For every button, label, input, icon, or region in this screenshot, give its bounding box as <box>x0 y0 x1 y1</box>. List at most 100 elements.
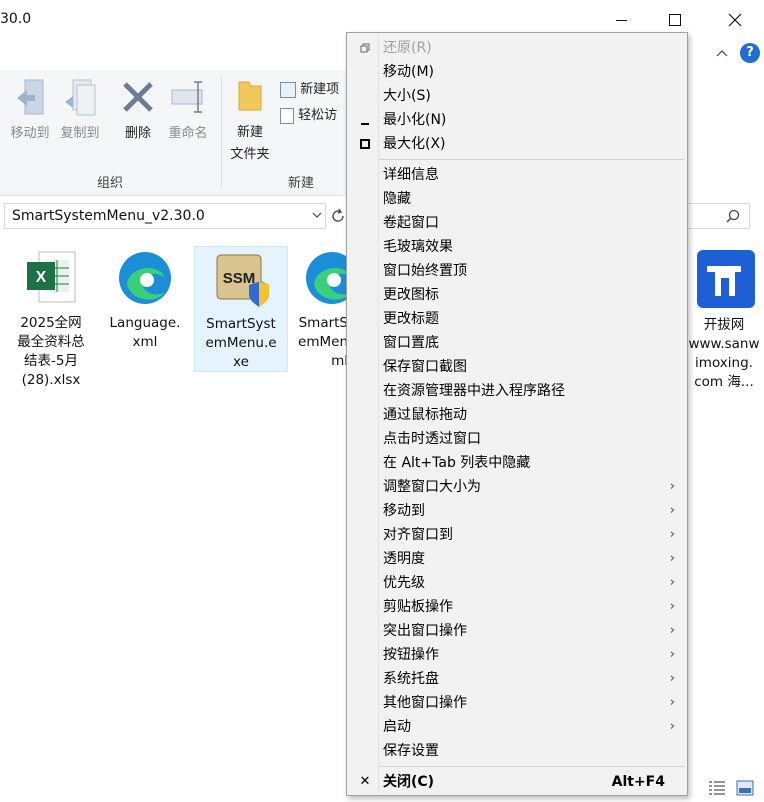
help-icon[interactable]: ? <box>740 43 760 63</box>
menu-item-hide-alt-tab[interactable]: 在 Alt+Tab 列表中隐藏 <box>347 451 687 475</box>
edge-xml-icon <box>306 252 348 304</box>
menu-item-label: 按钮操作 <box>383 647 439 663</box>
submenu-startup[interactable]: 启动 › <box>347 715 687 739</box>
file-name-line: xe <box>233 354 249 370</box>
submenu-resize-to[interactable]: 调整窗口大小为 › <box>347 475 687 499</box>
new-folder-button[interactable]: 新建 文件夹 <box>226 78 274 166</box>
menu-item-label: 优先级 <box>383 575 425 591</box>
close-window-button[interactable] <box>712 0 758 40</box>
menu-item-click-through[interactable]: 点击时透过窗口 <box>347 427 687 451</box>
edge-xml-icon <box>119 252 171 304</box>
menu-item-label: 更改图标 <box>383 287 439 303</box>
menu-item-change-icon[interactable]: 更改图标 <box>347 283 687 307</box>
menu-item-label: 在 Alt+Tab 列表中隐藏 <box>383 455 531 471</box>
move-to-button[interactable]: 移动到 <box>6 78 54 141</box>
rename-button[interactable]: 重命名 <box>164 78 212 141</box>
menu-item-open-in-explorer[interactable]: 在资源管理器中进入程序路径 <box>347 379 687 403</box>
menu-separator <box>379 159 685 160</box>
large-icons-view-icon[interactable] <box>736 780 754 796</box>
window-title: 30.0 <box>0 11 32 27</box>
new-folder-label-2: 文件夹 <box>230 147 270 162</box>
menu-item-minimize[interactable]: 最小化(N) <box>347 108 687 132</box>
menu-item-hide[interactable]: 隐藏 <box>347 187 687 211</box>
file-item[interactable]: SmartS emMen ml <box>292 248 348 371</box>
submenu-other-windows[interactable]: 其他窗口操作 › <box>347 691 687 715</box>
copy-to-button[interactable]: 复制到 <box>56 78 104 141</box>
file-name-line: 2025全网 <box>20 315 82 331</box>
file-item[interactable]: Language. xml <box>100 248 190 352</box>
file-name-line: (28).xlsx <box>21 372 81 388</box>
chevron-right-icon: › <box>669 503 675 518</box>
delete-button[interactable]: 删除 <box>116 78 160 141</box>
menu-item-save-settings[interactable]: 保存设置 <box>347 739 687 763</box>
menu-item-aero-glass[interactable]: 毛玻璃效果 <box>347 235 687 259</box>
menu-item-size[interactable]: 大小(S) <box>347 84 687 108</box>
ribbon: 移动到 复制到 删除 重命名 组织 新建 文件夹 新建项 轻松访 新建 <box>0 70 346 196</box>
menu-item-move[interactable]: 移动(M) <box>347 60 687 84</box>
maximize-icon <box>669 14 681 26</box>
submenu-highlight-window[interactable]: 突出窗口操作 › <box>347 619 687 643</box>
submenu-move-to[interactable]: 移动到 › <box>347 499 687 523</box>
refresh-icon[interactable] <box>330 208 346 224</box>
close-icon <box>728 13 742 27</box>
chevron-right-icon: › <box>669 599 675 614</box>
address-path[interactable]: SmartSystemMenu_v2.30.0 <box>12 208 205 224</box>
ssm-app-icon: SSM <box>216 254 269 307</box>
menu-item-change-title[interactable]: 更改标题 <box>347 307 687 331</box>
ribbon-help-row: ? <box>700 40 764 70</box>
menu-item-label: 其他窗口操作 <box>383 695 467 711</box>
menu-item-label: 点击时透过窗口 <box>383 431 481 447</box>
submenu-priority[interactable]: 优先级 › <box>347 571 687 595</box>
menu-item-save-screenshot[interactable]: 保存窗口截图 <box>347 355 687 379</box>
menu-item-restore[interactable]: 还原(R) <box>347 36 687 60</box>
file-name-line: ml <box>331 353 348 369</box>
search-icon[interactable] <box>726 209 740 223</box>
menu-item-label: 详细信息 <box>383 167 439 183</box>
file-name-line: imoxing. <box>695 355 753 371</box>
menu-item-maximize[interactable]: 最大化(X) <box>347 132 687 156</box>
search-field[interactable] <box>686 203 750 229</box>
file-item[interactable]: 开拔网 www.sanw imoxing. com 海... <box>684 248 764 392</box>
copy-to-icon <box>65 79 96 116</box>
minimize-icon <box>615 19 627 21</box>
file-item-selected[interactable]: SSM SmartSyst emMenu.e xe <box>194 246 288 372</box>
menu-item-close[interactable]: ✕ 关闭(C) Alt+F4 <box>347 770 687 794</box>
submenu-transparency[interactable]: 透明度 › <box>347 547 687 571</box>
menu-item-always-on-top[interactable]: 窗口始终置顶 <box>347 259 687 283</box>
menu-item-label: 移动(M) <box>383 64 435 80</box>
restore-icon <box>355 36 375 62</box>
chevron-right-icon: › <box>669 647 675 662</box>
menu-item-label: 关闭(C) <box>383 774 435 790</box>
new-folder-label-1: 新建 <box>236 125 263 140</box>
file-name-line: emMen <box>298 334 348 350</box>
submenu-clipboard[interactable]: 剪贴板操作 › <box>347 595 687 619</box>
file-name-line: com 海... <box>694 374 754 390</box>
delete-icon <box>123 82 153 112</box>
copy-to-label: 复制到 <box>60 126 100 141</box>
menu-item-label: 更改标题 <box>383 311 439 327</box>
easy-access-button[interactable]: 轻松访 <box>280 104 350 124</box>
submenu-align-to[interactable]: 对齐窗口到 › <box>347 523 687 547</box>
file-item[interactable]: X 2025全网 最全资料总 结表-5月 (28).xlsx <box>6 248 96 390</box>
new-item-button[interactable]: 新建项 <box>280 78 350 98</box>
chevron-up-icon[interactable] <box>716 49 728 57</box>
file-name-line: 结表-5月 <box>24 353 78 369</box>
menu-item-drag-by-mouse[interactable]: 通过鼠标拖动 <box>347 403 687 427</box>
submenu-buttons[interactable]: 按钮操作 › <box>347 643 687 667</box>
file-name-line: Language. <box>109 315 181 331</box>
menu-item-label: 最小化(N) <box>383 112 447 128</box>
menu-item-label: 突出窗口操作 <box>383 623 467 639</box>
group-new-label: 新建 <box>287 176 314 191</box>
menu-item-label: 最大化(X) <box>383 136 446 152</box>
chevron-down-icon[interactable] <box>312 212 322 219</box>
menu-item-roll-up[interactable]: 卷起窗口 <box>347 211 687 235</box>
maximize-small-icon <box>355 132 375 156</box>
menu-item-details[interactable]: 详细信息 <box>347 163 687 187</box>
menu-item-send-to-bottom[interactable]: 窗口置底 <box>347 331 687 355</box>
group-organize-label: 组织 <box>96 176 123 191</box>
file-name-line: 开拔网 <box>703 317 745 333</box>
svg-text:SSM: SSM <box>223 270 256 287</box>
rename-label: 重命名 <box>168 126 208 141</box>
details-view-icon[interactable] <box>708 780 726 796</box>
submenu-system-tray[interactable]: 系统托盘 › <box>347 667 687 691</box>
